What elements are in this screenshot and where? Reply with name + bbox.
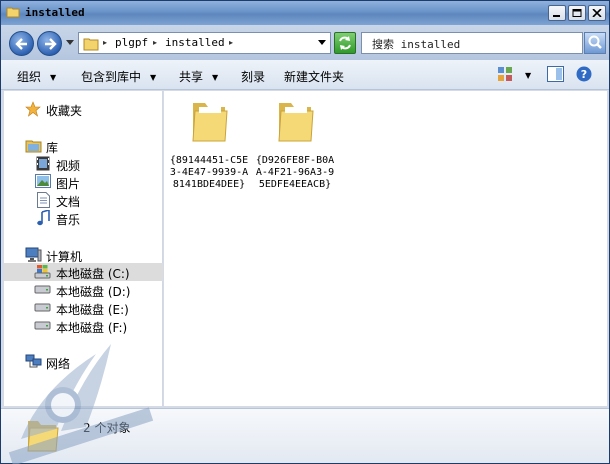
- nav-item-documents[interactable]: 文档: [4, 191, 163, 209]
- drive-icon: [34, 303, 51, 312]
- folder-icon: [6, 7, 20, 18]
- navigation-pane: 收藏夹 库 视频 图片 文档 音乐 计算机 本地磁盘 (C:) 本地磁盘 (D:…: [4, 91, 163, 406]
- chevron-down-icon: ▼: [150, 73, 157, 82]
- maximize-button[interactable]: [568, 5, 586, 21]
- breadcrumb-segment[interactable]: installed: [165, 36, 225, 49]
- details-pane: 2 个对象: [1, 408, 609, 463]
- file-list[interactable]: {89144451-C5E3-4E47-9939-A8141BDE4DEE} {…: [164, 91, 607, 406]
- nav-item-drive-c[interactable]: 本地磁盘 (C:): [4, 263, 163, 281]
- breadcrumb-arrow-icon[interactable]: ▸: [229, 38, 233, 47]
- drive-icon: [34, 285, 51, 294]
- nav-item-favorites[interactable]: 收藏夹: [4, 100, 163, 118]
- video-icon: [36, 156, 50, 171]
- folder-name: {D926FE8F-B0AA-4F21-96A3-95EDFE4EEACB}: [255, 155, 335, 190]
- search-icon: [588, 35, 602, 49]
- search-input[interactable]: 搜索 installed: [361, 32, 583, 54]
- nav-item-pictures[interactable]: 图片: [4, 173, 163, 191]
- new-folder-button[interactable]: 新建文件夹: [284, 68, 344, 85]
- nav-item-drive-e[interactable]: 本地磁盘 (E:): [4, 299, 163, 317]
- close-icon: [592, 9, 602, 17]
- share-menu[interactable]: 共享 ▼: [179, 68, 218, 85]
- svg-text:?: ?: [581, 68, 587, 81]
- nav-item-libraries[interactable]: 库: [4, 137, 163, 155]
- document-icon: [37, 192, 50, 208]
- nav-item-drive-f[interactable]: 本地磁盘 (F:): [4, 317, 163, 335]
- organize-menu[interactable]: 组织 ▼: [17, 68, 56, 85]
- nav-item-videos[interactable]: 视频: [4, 155, 163, 173]
- preview-pane-icon[interactable]: [547, 66, 564, 82]
- back-button[interactable]: [9, 31, 34, 56]
- include-in-library-label: 包含到库中: [81, 70, 142, 84]
- search-placeholder: 搜索 installed: [372, 38, 461, 51]
- organize-label: 组织: [17, 70, 42, 84]
- view-options-dropdown-icon[interactable]: ▼: [525, 71, 531, 80]
- forward-button[interactable]: [37, 31, 62, 56]
- folder-item[interactable]: {D926FE8F-B0AA-4F21-96A3-95EDFE4EEACB}: [255, 99, 335, 209]
- chevron-down-icon: ▼: [212, 73, 219, 82]
- folder-item[interactable]: {89144451-C5E3-4E47-9939-A8141BDE4DEE}: [169, 99, 249, 209]
- nav-item-computer[interactable]: 计算机: [4, 246, 163, 264]
- minimize-button[interactable]: [548, 5, 566, 21]
- maximize-icon: [572, 9, 582, 17]
- nav-label-documents: 文档: [56, 195, 81, 209]
- star-icon: [25, 101, 41, 117]
- chevron-down-icon: ▼: [50, 73, 57, 82]
- nav-label-videos: 视频: [56, 159, 81, 173]
- command-bar: 组织 ▼ 包含到库中 ▼ 共享 ▼ 刻录 新建文件夹 ▼ ?: [1, 60, 609, 90]
- back-arrow-icon: [15, 38, 27, 50]
- music-icon: [37, 210, 50, 226]
- breadcrumb-arrow-icon[interactable]: ▸: [103, 38, 107, 47]
- address-row: ▸ plgpf ▸ installed ▸ 搜索 installed: [1, 25, 609, 60]
- nav-label-drive: 本地磁盘 (F:): [56, 321, 128, 335]
- breadcrumb-segment[interactable]: plgpf: [115, 36, 148, 49]
- burn-button[interactable]: 刻录: [241, 68, 265, 85]
- forward-arrow-icon: [45, 38, 57, 50]
- help-icon[interactable]: ?: [576, 66, 592, 82]
- close-button[interactable]: [588, 5, 606, 21]
- nav-label-drive: 本地磁盘 (C:): [56, 267, 130, 281]
- computer-icon: [25, 247, 42, 262]
- folder-name: {89144451-C5E3-4E47-9939-A8141BDE4DEE}: [169, 155, 249, 190]
- nav-label-music: 音乐: [56, 213, 81, 227]
- refresh-icon: [339, 36, 351, 50]
- system-drive-icon: [34, 265, 51, 279]
- nav-label-favorites: 收藏夹: [46, 104, 83, 118]
- folder-icon: [278, 103, 314, 142]
- title-bar[interactable]: installed: [1, 1, 609, 25]
- folder-icon: [192, 103, 228, 142]
- search-button[interactable]: [584, 32, 606, 54]
- nav-label-libraries: 库: [46, 141, 59, 155]
- library-icon: [25, 140, 42, 153]
- change-view-icon[interactable]: [497, 66, 513, 82]
- folder-icon: [27, 421, 59, 452]
- drive-icon: [34, 321, 51, 330]
- network-icon: [25, 354, 42, 368]
- nav-label-network: 网络: [46, 357, 71, 371]
- folder-icon: [83, 38, 99, 51]
- item-count: 2 个对象: [83, 421, 131, 435]
- minimize-icon: [553, 15, 560, 17]
- picture-icon: [35, 174, 51, 188]
- nav-item-network[interactable]: 网络: [4, 353, 163, 371]
- address-history-dropdown-icon[interactable]: [318, 40, 326, 46]
- nav-item-drive-d[interactable]: 本地磁盘 (D:): [4, 281, 163, 299]
- breadcrumb-arrow-icon[interactable]: ▸: [153, 38, 157, 47]
- nav-item-music[interactable]: 音乐: [4, 209, 163, 227]
- explorer-window: installed ▸ plgpf ▸ installed ▸ 搜索 insta…: [0, 0, 610, 464]
- nav-label-drive: 本地磁盘 (E:): [56, 303, 129, 317]
- recent-pages-dropdown-icon[interactable]: [66, 40, 74, 46]
- address-bar[interactable]: ▸ plgpf ▸ installed ▸: [78, 32, 331, 54]
- window-title: installed: [25, 6, 85, 19]
- include-in-library-menu[interactable]: 包含到库中 ▼: [81, 68, 156, 85]
- refresh-button[interactable]: [334, 32, 356, 54]
- share-label: 共享: [179, 70, 204, 84]
- nav-label-drive: 本地磁盘 (D:): [56, 285, 131, 299]
- nav-label-pictures: 图片: [56, 177, 81, 191]
